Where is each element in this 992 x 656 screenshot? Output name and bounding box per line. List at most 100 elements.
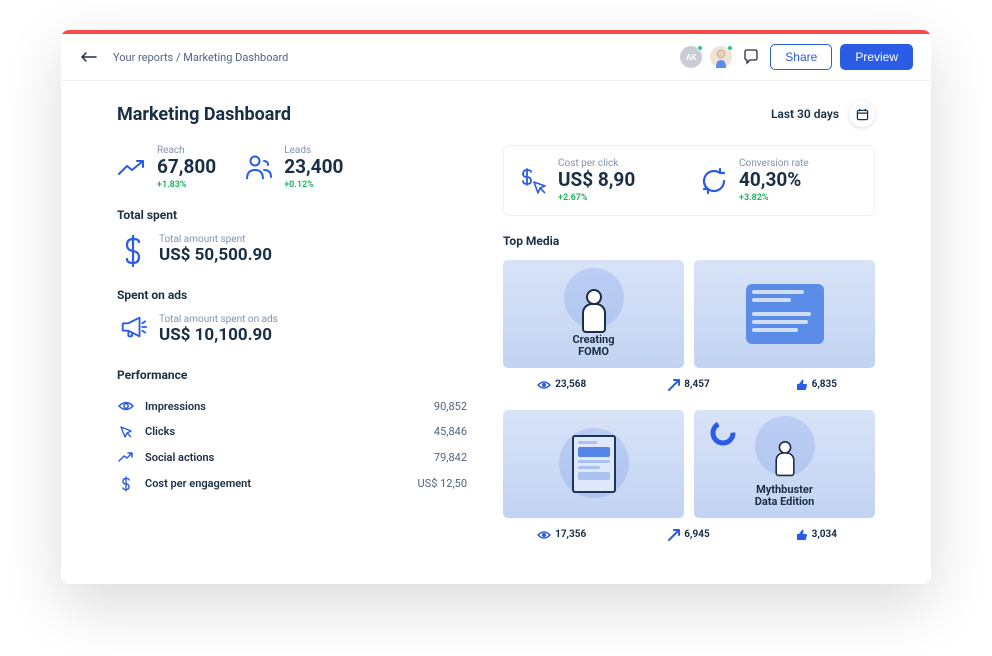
media-stat-shares: 6,945 xyxy=(630,526,747,544)
stat-value: 6,835 xyxy=(812,379,837,390)
chat-illustration-icon xyxy=(746,284,824,344)
perf-label: Cost per engagement xyxy=(145,477,408,490)
header-right: AK Share Preview xyxy=(680,44,913,70)
media-card-title: Creating FOMO xyxy=(503,334,684,358)
title-row: Marketing Dashboard Last 30 days xyxy=(117,101,875,127)
perf-label: Impressions xyxy=(145,400,424,413)
chat-button[interactable] xyxy=(740,46,762,68)
columns: Reach 67,800 +1.83% Leads 23,400 +0.12% xyxy=(117,145,875,560)
trend-icon xyxy=(117,452,135,462)
dollar-icon xyxy=(119,234,147,268)
trend-up-icon xyxy=(117,153,147,183)
thumbs-up-icon xyxy=(796,529,808,541)
arrow-left-icon xyxy=(81,52,97,62)
media-stats: 23,568 8,457 6,835 xyxy=(503,376,875,394)
perf-row-social: Social actions 79,842 xyxy=(117,445,467,470)
media-card-title: Mythbuster Data Edition xyxy=(694,484,875,508)
back-button[interactable] xyxy=(79,47,99,67)
media-card[interactable]: Creating FOMO xyxy=(503,260,684,368)
share-button[interactable]: Share xyxy=(770,44,832,70)
media-card[interactable]: Mythbuster Data Edition xyxy=(694,410,875,518)
perf-label: Clicks xyxy=(145,425,424,438)
metric-conversion: Conversion rate 40,30% +3.82% xyxy=(699,158,860,203)
blob-icon xyxy=(559,428,629,498)
perf-row-clicks: Clicks 45,846 xyxy=(117,419,467,445)
breadcrumb-root[interactable]: Your reports xyxy=(113,51,173,64)
metric-value: 23,400 xyxy=(284,157,343,178)
header-bar: Your reports / Marketing Dashboard AK Sh… xyxy=(61,34,931,81)
perf-value: 90,852 xyxy=(434,400,467,413)
avatar-user-2[interactable] xyxy=(710,46,732,68)
total-spent-block: Total amount spent US$ 50,500.90 xyxy=(117,234,467,268)
person-illustration-icon xyxy=(577,289,611,339)
stat-value: 3,034 xyxy=(812,529,837,540)
spent-value: US$ 50,500.90 xyxy=(159,245,272,265)
eye-icon xyxy=(537,530,551,540)
perf-row-cpe: Cost per engagement US$ 12,50 xyxy=(117,470,467,498)
media-block-1: Creating FOMO 23,568 8,457 xyxy=(503,260,875,394)
period-selector[interactable]: Last 30 days xyxy=(771,101,875,127)
metric-change: +3.82% xyxy=(739,193,809,203)
media-block-2: Mythbuster Data Edition 17,356 6,945 3,0… xyxy=(503,410,875,544)
calendar-icon xyxy=(856,108,869,121)
content-area: Marketing Dashboard Last 30 days Rea xyxy=(61,81,931,584)
perf-value: 79,842 xyxy=(434,451,467,464)
section-top-media-title: Top Media xyxy=(503,234,875,248)
section-total-spent-title: Total spent xyxy=(117,208,467,222)
media-stat-likes: 6,835 xyxy=(758,376,875,394)
spent-label: Total amount spent xyxy=(159,234,272,245)
status-dot-icon xyxy=(697,45,703,51)
megaphone-icon xyxy=(119,314,147,348)
media-stat-views: 17,356 xyxy=(503,526,620,544)
stat-value: 17,356 xyxy=(555,529,586,540)
media-stat-views: 23,568 xyxy=(503,376,620,394)
refresh-icon xyxy=(699,166,729,196)
media-card[interactable] xyxy=(694,260,875,368)
stat-value: 8,457 xyxy=(684,379,709,390)
dollar-small-icon xyxy=(117,476,135,492)
section-spent-ads-title: Spent on ads xyxy=(117,288,467,302)
metric-reach: Reach 67,800 +1.83% xyxy=(117,145,216,190)
spent-ads-label: Total amount spent on ads xyxy=(159,314,278,325)
metric-leads: Leads 23,400 +0.12% xyxy=(244,145,343,190)
performance-list: Impressions 90,852 Clicks 45,846 Social … xyxy=(117,394,467,498)
calendar-button[interactable] xyxy=(849,101,875,127)
share-arrow-icon xyxy=(668,379,680,391)
metric-change: +2.67% xyxy=(558,193,635,203)
media-card[interactable] xyxy=(503,410,684,518)
spent-ads-value: US$ 10,100.90 xyxy=(159,325,278,345)
perf-value: 45,846 xyxy=(434,425,467,438)
thumbs-up-icon xyxy=(796,379,808,391)
app-window: Your reports / Marketing Dashboard AK Sh… xyxy=(61,30,931,584)
left-column: Reach 67,800 +1.83% Leads 23,400 +0.12% xyxy=(117,145,467,560)
period-label: Last 30 days xyxy=(771,107,839,121)
metrics-right: Cost per click US$ 8,90 +2.67% Conversio… xyxy=(503,145,875,216)
metrics-left: Reach 67,800 +1.83% Leads 23,400 +0.12% xyxy=(117,145,467,190)
eye-icon xyxy=(537,380,551,390)
status-dot-icon xyxy=(727,45,733,51)
media-stat-likes: 3,034 xyxy=(758,526,875,544)
person-illustration-icon xyxy=(771,441,798,481)
perf-row-impressions: Impressions 90,852 xyxy=(117,394,467,419)
breadcrumb: Your reports / Marketing Dashboard xyxy=(113,51,666,64)
metric-cpc: Cost per click US$ 8,90 +2.67% xyxy=(518,158,679,203)
page-title: Marketing Dashboard xyxy=(117,104,291,125)
preview-button[interactable]: Preview xyxy=(840,44,913,70)
section-performance-title: Performance xyxy=(117,368,467,382)
avatar-user-1[interactable]: AK xyxy=(680,46,702,68)
metric-change: +1.83% xyxy=(157,180,216,190)
metric-value: 40,30% xyxy=(739,170,809,191)
media-cards: Mythbuster Data Edition xyxy=(503,410,875,518)
stat-value: 23,568 xyxy=(555,379,586,390)
breadcrumb-page[interactable]: Marketing Dashboard xyxy=(183,51,288,64)
media-stat-shares: 8,457 xyxy=(630,376,747,394)
donut-chart-icon xyxy=(710,420,736,446)
metric-value: US$ 8,90 xyxy=(558,170,635,191)
cursor-icon xyxy=(117,425,135,439)
chat-bubble-icon xyxy=(743,49,759,65)
perf-value: US$ 12,50 xyxy=(418,477,467,490)
spent-ads-block: Total amount spent on ads US$ 10,100.90 xyxy=(117,314,467,348)
people-icon xyxy=(244,153,274,183)
avatar-initials: AK xyxy=(686,53,696,62)
eye-icon xyxy=(117,400,135,412)
